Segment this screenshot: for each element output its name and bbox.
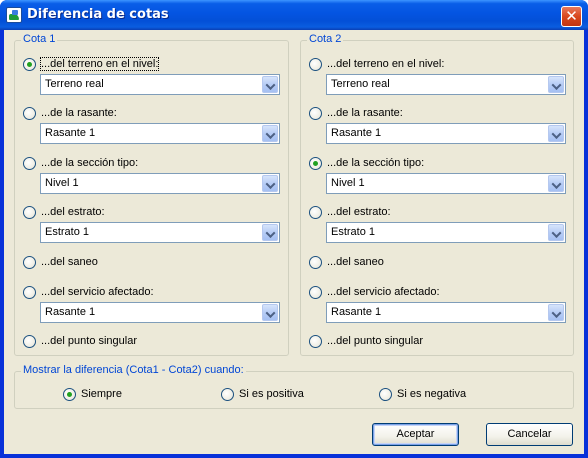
cota2-radio-servicio[interactable]: ...del servicio afectado: — [309, 284, 440, 300]
dialog-window: Diferencia de cotas ✕ Cota 1 ...del terr… — [0, 0, 588, 458]
radio-button[interactable] — [23, 156, 36, 170]
cota1-radio-servicio[interactable]: ...del servicio afectado: — [23, 284, 154, 300]
cota2-radio-singular[interactable]: ...del punto singular — [309, 333, 423, 349]
radio-label: ...del estrato: — [41, 206, 105, 218]
cota2-combo-seccion[interactable]: Nivel 1 — [326, 173, 566, 194]
chevron-down-icon[interactable] — [262, 224, 278, 241]
radio-button[interactable] — [23, 106, 36, 120]
cota1-group: Cota 1 ...del terreno en el nivel: Terre… — [14, 33, 289, 356]
radio-button[interactable] — [63, 387, 76, 401]
combo-value: Estrato 1 — [45, 226, 90, 238]
combo-value: Nivel 1 — [45, 177, 79, 189]
radio-label: ...de la sección tipo: — [41, 157, 139, 169]
cota2-radio-saneo[interactable]: ...del saneo — [309, 254, 384, 270]
cota2-radio-estrato[interactable]: ...del estrato: — [309, 204, 391, 220]
radio-label: ...del servicio afectado: — [327, 286, 440, 298]
cota1-radio-seccion[interactable]: ...de la sección tipo: — [23, 155, 138, 171]
combo-value: Rasante 1 — [331, 127, 382, 139]
mostrar-radio-negativa[interactable]: Si es negativa — [379, 386, 466, 402]
cota2-combo-servicio[interactable]: Rasante 1 — [326, 302, 566, 323]
radio-label: Si es positiva — [239, 388, 304, 400]
chevron-down-icon[interactable] — [262, 76, 278, 93]
radio-button[interactable] — [23, 334, 36, 348]
radio-button[interactable] — [23, 255, 36, 269]
cota2-group: Cota 2 ...del terreno en el nivel: Terre… — [300, 33, 574, 356]
title-bar[interactable]: Diferencia de cotas ✕ — [0, 0, 588, 30]
combo-value: Estrato 1 — [331, 226, 376, 238]
app-icon — [6, 7, 22, 23]
chevron-down-icon[interactable] — [548, 175, 564, 192]
cota1-radio-estrato[interactable]: ...del estrato: — [23, 204, 105, 220]
radio-label: ...del punto singular — [41, 335, 138, 347]
cota1-radio-rasante[interactable]: ...de la rasante: — [23, 105, 117, 121]
accept-button[interactable]: Aceptar — [372, 423, 459, 446]
radio-button[interactable] — [379, 387, 392, 401]
radio-label: ...de la rasante: — [327, 107, 403, 119]
radio-label: Siempre — [81, 388, 122, 400]
window-title: Diferencia de cotas — [27, 7, 169, 22]
combo-value: Nivel 1 — [331, 177, 365, 189]
combo-value: Terreno real — [331, 78, 390, 90]
radio-button[interactable] — [309, 156, 322, 170]
cota2-group-label: Cota 2 — [307, 33, 344, 45]
radio-label: ...del saneo — [327, 256, 384, 268]
combo-value: Rasante 1 — [45, 306, 96, 318]
radio-button[interactable] — [309, 106, 322, 120]
cota2-radio-terreno[interactable]: ...del terreno en el nivel: — [309, 56, 444, 72]
radio-label: ...del servicio afectado: — [41, 286, 154, 298]
mostrar-radio-positiva[interactable]: Si es positiva — [221, 386, 304, 402]
radio-label: ...de la rasante: — [41, 107, 117, 119]
chevron-down-icon[interactable] — [262, 304, 278, 321]
radio-button[interactable] — [309, 205, 322, 219]
close-button[interactable]: ✕ — [561, 6, 582, 27]
radio-button[interactable] — [23, 285, 36, 299]
cota1-combo-rasante[interactable]: Rasante 1 — [40, 123, 280, 144]
cota1-combo-servicio[interactable]: Rasante 1 — [40, 302, 280, 323]
mostrar-group: Mostrar la diferencia (Cota1 - Cota2) cu… — [14, 364, 574, 409]
cota2-combo-rasante[interactable]: Rasante 1 — [326, 123, 566, 144]
radio-button[interactable] — [309, 334, 322, 348]
radio-button[interactable] — [309, 255, 322, 269]
cota1-radio-saneo[interactable]: ...del saneo — [23, 254, 98, 270]
cota1-combo-seccion[interactable]: Nivel 1 — [40, 173, 280, 194]
dialog-body: Cota 1 ...del terreno en el nivel: Terre… — [4, 30, 584, 454]
combo-value: Terreno real — [45, 78, 104, 90]
chevron-down-icon[interactable] — [548, 304, 564, 321]
radio-label: ...de la sección tipo: — [327, 157, 425, 169]
chevron-down-icon[interactable] — [548, 224, 564, 241]
cota2-combo-estrato[interactable]: Estrato 1 — [326, 222, 566, 243]
chevron-down-icon[interactable] — [548, 76, 564, 93]
mostrar-radio-siempre[interactable]: Siempre — [63, 386, 122, 402]
combo-value: Rasante 1 — [45, 127, 96, 139]
cancel-button[interactable]: Cancelar — [486, 423, 573, 446]
chevron-down-icon[interactable] — [262, 125, 278, 142]
radio-button[interactable] — [23, 205, 36, 219]
radio-label: Si es negativa — [397, 388, 467, 400]
cota1-group-label: Cota 1 — [21, 33, 58, 45]
radio-button[interactable] — [23, 57, 36, 71]
cota1-radio-terreno[interactable]: ...del terreno en el nivel: — [23, 56, 160, 72]
radio-label: ...del terreno en el nivel: — [39, 57, 160, 71]
radio-label: ...del estrato: — [327, 206, 391, 218]
radio-label: ...del terreno en el nivel: — [327, 58, 445, 70]
radio-button[interactable] — [309, 57, 322, 71]
cota1-combo-estrato[interactable]: Estrato 1 — [40, 222, 280, 243]
cota1-radio-singular[interactable]: ...del punto singular — [23, 333, 137, 349]
radio-label: ...del saneo — [41, 256, 98, 268]
cota2-radio-seccion[interactable]: ...de la sección tipo: — [309, 155, 424, 171]
mostrar-group-label: Mostrar la diferencia (Cota1 - Cota2) cu… — [21, 364, 246, 376]
radio-button[interactable] — [309, 285, 322, 299]
cota1-combo-terreno[interactable]: Terreno real — [40, 74, 280, 95]
radio-label: ...del punto singular — [327, 335, 424, 347]
cota2-radio-rasante[interactable]: ...de la rasante: — [309, 105, 403, 121]
combo-value: Rasante 1 — [331, 306, 382, 318]
chevron-down-icon[interactable] — [262, 175, 278, 192]
chevron-down-icon[interactable] — [548, 125, 564, 142]
radio-button[interactable] — [221, 387, 234, 401]
cota2-combo-terreno[interactable]: Terreno real — [326, 74, 566, 95]
